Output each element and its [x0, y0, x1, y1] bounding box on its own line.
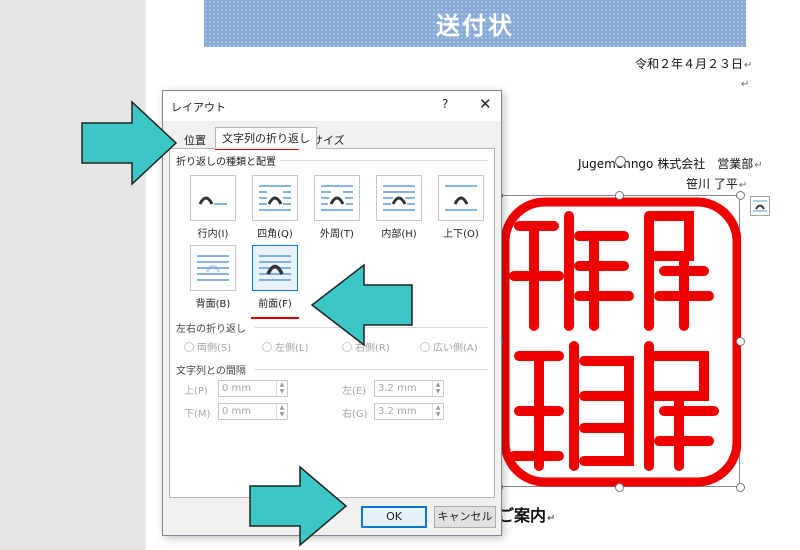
distance-top-value: 0 mm	[222, 383, 252, 394]
wrap-in-front-of-text-label: 前面(F)	[258, 299, 292, 310]
wrap-top-bottom-icon	[445, 185, 477, 211]
radio-largest-side[interactable]: 広い側(A)	[420, 339, 478, 354]
wrap-through-button[interactable]	[376, 175, 422, 221]
stamp-image[interactable]	[494, 156, 745, 492]
spin-arrows-icon[interactable]: ▲ ▼	[432, 404, 443, 419]
group-divider	[280, 160, 488, 161]
close-icon[interactable]: ✕	[479, 95, 492, 113]
person-line: 笹川 了平↵	[686, 175, 747, 192]
distance-top-label: 上(P)	[184, 386, 208, 397]
date-text: 令和２年４月２３日	[635, 57, 744, 71]
title-band: 送付状	[204, 0, 746, 47]
radio-icon	[262, 342, 272, 352]
dialog-titlebar: レイアウト ? ✕	[163, 91, 501, 121]
notice-heading: ご案内↵	[498, 502, 555, 526]
radio-left-only[interactable]: 左側(L)	[262, 339, 308, 354]
paragraph-mark: ↵	[744, 60, 753, 71]
resize-handle-e[interactable]	[736, 337, 745, 346]
distance-left-label: 左(E)	[342, 386, 367, 397]
wrap-behind-text-button[interactable]	[190, 245, 236, 291]
wrap-behind-text-label: 背面(B)	[195, 299, 231, 310]
annotation-arrow-tab	[81, 100, 178, 186]
distance-bottom-label: 下(M)	[184, 409, 211, 420]
company-text: Jugemenngo 株式会社 営業部	[578, 157, 754, 171]
resize-handle-n[interactable]	[615, 191, 624, 200]
radio-both-sides[interactable]: 両側(S)	[184, 339, 231, 354]
spin-arrows-icon[interactable]: ▲ ▼	[276, 381, 287, 396]
tab-position[interactable]: 位置	[177, 129, 213, 148]
distance-right-value: 3.2 mm	[378, 406, 417, 417]
resize-handle-se[interactable]	[736, 483, 745, 492]
radio-icon	[420, 342, 430, 352]
notice-text: ご案内	[498, 506, 547, 525]
company-line: Jugemenngo 株式会社 営業部↵	[578, 155, 763, 172]
spin-arrows-icon[interactable]: ▲ ▼	[276, 404, 287, 419]
rotate-handle[interactable]	[615, 156, 626, 167]
radio-largest-side-label: 広い側(A)	[433, 343, 478, 354]
wrap-tight-button[interactable]	[314, 175, 360, 221]
wrap-through-label: 内部(H)	[381, 229, 417, 240]
distance-right-input[interactable]: 3.2 mm ▲ ▼	[374, 403, 444, 420]
empty-line: ↵	[740, 76, 749, 90]
wrap-behind-text-icon	[197, 255, 229, 281]
lr-wrap-label: 左右の折り返し	[176, 324, 246, 335]
person-text: 笹川 了平	[686, 177, 738, 191]
wrap-inline-label: 行内(I)	[197, 229, 229, 240]
annotation-arrow-ok	[249, 465, 348, 547]
resize-handle-ne[interactable]	[736, 191, 745, 200]
wrap-tight-label: 外周(T)	[320, 229, 354, 240]
wrap-through-icon	[383, 185, 415, 211]
group-divider	[254, 369, 488, 370]
spin-arrows-icon[interactable]: ▲ ▼	[432, 381, 443, 396]
annotation-arrow-front	[310, 263, 413, 347]
wrap-inline-icon	[198, 196, 227, 205]
wrap-square-label: 四角(Q)	[257, 229, 293, 240]
paragraph-mark: ↵	[741, 79, 750, 90]
document-title: 送付状	[436, 12, 514, 40]
wrap-square-button[interactable]	[252, 175, 298, 221]
distance-bottom-value: 0 mm	[222, 406, 252, 417]
radio-both-sides-label: 両側(S)	[197, 343, 232, 354]
paragraph-mark: ↵	[547, 513, 556, 524]
layout-options-button[interactable]	[750, 196, 770, 216]
distance-right-label: 右(G)	[342, 409, 368, 420]
tab-text-wrapping[interactable]: 文字列の折り返し	[215, 127, 317, 149]
radio-left-only-label: 左側(L)	[275, 343, 309, 354]
radio-icon	[184, 342, 194, 352]
distance-bottom-input[interactable]: 0 mm ▲ ▼	[218, 403, 288, 420]
ok-button[interactable]: OK	[361, 506, 427, 528]
wrap-in-front-of-text-icon	[259, 255, 291, 281]
wrap-square-icon	[259, 185, 291, 211]
annotation-underline-front	[251, 317, 299, 319]
paragraph-mark: ↵	[738, 180, 748, 191]
distance-left-input[interactable]: 3.2 mm ▲ ▼	[374, 380, 444, 397]
wrap-tight-icon	[321, 185, 353, 211]
distance-top-input[interactable]: 0 mm ▲ ▼	[218, 380, 288, 397]
red-seal-stamp	[500, 197, 741, 487]
distance-left-value: 3.2 mm	[378, 383, 417, 394]
cancel-button[interactable]: キャンセル	[434, 506, 496, 528]
help-icon[interactable]: ?	[442, 97, 448, 111]
layout-options-icon	[753, 200, 767, 212]
wrap-top-bottom-label: 上下(O)	[443, 229, 479, 240]
resize-handle-s[interactable]	[615, 483, 624, 492]
wrap-in-front-of-text-button[interactable]	[252, 245, 298, 291]
wrap-section-label: 折り返しの種類と配置	[176, 157, 276, 168]
date-line: 令和２年４月２３日↵	[635, 55, 752, 72]
distance-label: 文字列との間隔	[176, 366, 246, 377]
wrap-top-bottom-button[interactable]	[438, 175, 484, 221]
paragraph-mark: ↵	[754, 160, 763, 171]
wrap-inline-button[interactable]	[190, 175, 236, 221]
